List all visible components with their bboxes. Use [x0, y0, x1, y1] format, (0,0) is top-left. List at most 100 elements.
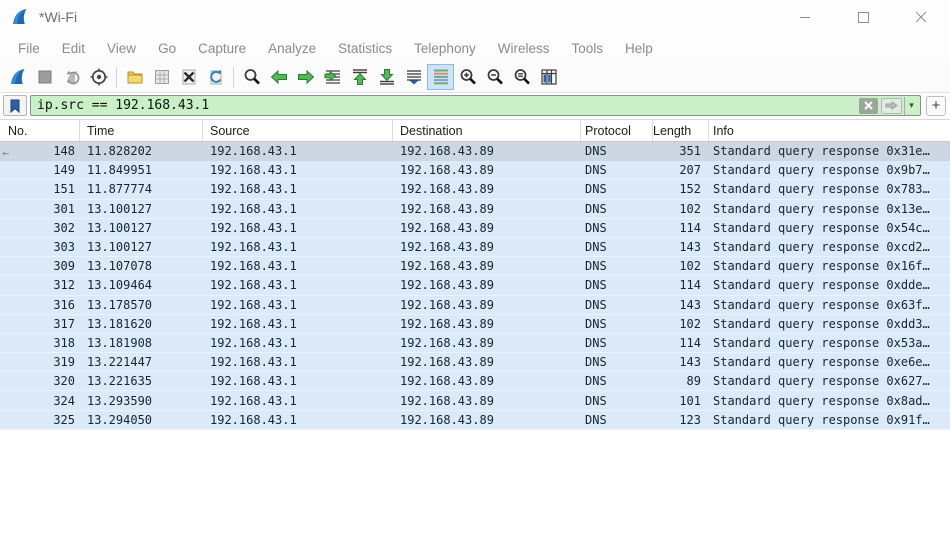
packet-row[interactable]: 151 11.877774 192.168.43.1 192.168.43.89… [0, 180, 950, 200]
column-header-time[interactable]: Time [80, 120, 203, 141]
packet-length: 102 [679, 259, 701, 274]
packet-protocol: DNS [585, 355, 607, 370]
packet-row[interactable]: 325 13.294050 192.168.43.1 192.168.43.89… [0, 410, 950, 430]
menu-item[interactable]: Edit [51, 41, 96, 56]
menu-item[interactable]: Statistics [327, 41, 403, 56]
packet-no: 316 [53, 297, 75, 312]
menu-item[interactable]: View [96, 41, 147, 56]
packet-row[interactable]: 149 11.849951 192.168.43.1 192.168.43.89… [0, 161, 950, 181]
go-top-icon[interactable] [346, 64, 373, 90]
column-header-info[interactable]: Info [709, 120, 950, 141]
packet-list-header: No. Time Source Destination Protocol Len… [0, 120, 950, 142]
packet-row[interactable]: 312 13.109464 192.168.43.1 192.168.43.89… [0, 276, 950, 296]
colorize-icon[interactable] [427, 64, 454, 90]
auto-scroll-icon[interactable] [400, 64, 427, 90]
start-capture-icon[interactable] [4, 64, 31, 90]
packet-list: No. Time Source Destination Protocol Len… [0, 120, 950, 547]
packet-row[interactable]: 303 13.100127 192.168.43.1 192.168.43.89… [0, 237, 950, 258]
packet-row[interactable]: 319 13.221447 192.168.43.1 192.168.43.89… [0, 353, 950, 373]
filter-apply-button[interactable] [881, 97, 902, 114]
packet-time: 13.221447 [87, 355, 153, 370]
packet-info: Standard query response 0x63f… [713, 297, 930, 312]
close-file-icon[interactable] [175, 64, 202, 90]
packet-destination: 192.168.43.89 [400, 412, 494, 427]
packet-row[interactable]: 318 13.181908 192.168.43.1 192.168.43.89… [0, 333, 950, 354]
menu-item[interactable]: File [7, 41, 51, 56]
go-back-icon[interactable] [265, 64, 292, 90]
capture-options-icon[interactable] [85, 64, 112, 90]
menu-item[interactable]: Capture [187, 41, 257, 56]
display-filter-input[interactable]: ip.src == 192.168.43.1 ▾ [30, 95, 921, 116]
filter-dropdown-caret[interactable]: ▾ [904, 96, 918, 115]
packet-no: 149 [53, 163, 75, 178]
packet-time: 11.877774 [87, 182, 153, 197]
packet-protocol: DNS [585, 412, 607, 427]
packet-length: 102 [679, 201, 701, 216]
packet-row[interactable]: 302 13.100127 192.168.43.1 192.168.43.89… [0, 218, 950, 238]
packet-time: 13.107078 [87, 259, 153, 274]
packet-time: 13.293590 [87, 393, 153, 408]
packet-time: 13.294050 [87, 412, 153, 427]
packet-source: 192.168.43.1 [210, 374, 297, 389]
packet-row[interactable]: 316 13.178570 192.168.43.1 192.168.43.89… [0, 295, 950, 315]
menu-item[interactable]: Wireless [487, 41, 561, 56]
packet-info: Standard query response 0xcd2… [713, 240, 930, 255]
packet-info: Standard query response 0x8ad… [713, 393, 930, 408]
related-packet-arrow-icon: ← [2, 146, 10, 159]
display-filter-value[interactable]: ip.src == 192.168.43.1 [37, 98, 859, 113]
find-packet-icon[interactable] [238, 64, 265, 90]
zoom-out-icon[interactable] [481, 64, 508, 90]
packet-no: 148 [53, 144, 75, 159]
packet-protocol: DNS [585, 240, 607, 255]
column-header-protocol[interactable]: Protocol [581, 120, 653, 141]
packet-time: 13.100127 [87, 201, 153, 216]
packet-row[interactable]: 320 13.221635 192.168.43.1 192.168.43.89… [0, 372, 950, 392]
packet-row[interactable]: 301 13.100127 192.168.43.1 192.168.43.89… [0, 199, 950, 219]
column-header-length[interactable]: Length [653, 120, 709, 141]
packet-row[interactable]: 317 13.181620 192.168.43.1 192.168.43.89… [0, 314, 950, 334]
menu-item[interactable]: Tools [560, 41, 614, 56]
go-bottom-icon[interactable] [373, 64, 400, 90]
packet-no: 309 [53, 259, 75, 274]
packet-destination: 192.168.43.89 [400, 144, 494, 159]
close-button[interactable] [892, 0, 950, 34]
packet-row[interactable]: ← 148 11.828202 192.168.43.1 192.168.43.8… [0, 142, 950, 162]
filter-bookmark-button[interactable] [3, 95, 27, 116]
packet-info: Standard query response 0x53a… [713, 335, 930, 350]
filter-clear-button[interactable] [859, 97, 878, 114]
packet-length: 102 [679, 316, 701, 331]
packet-row[interactable]: 309 13.107078 192.168.43.1 192.168.43.89… [0, 257, 950, 277]
packet-destination: 192.168.43.89 [400, 163, 494, 178]
column-header-no[interactable]: No. [0, 120, 80, 141]
go-to-packet-icon[interactable] [319, 64, 346, 90]
menu-item[interactable]: Help [614, 41, 664, 56]
column-header-source[interactable]: Source [203, 120, 393, 141]
filter-add-button[interactable]: + [926, 95, 946, 116]
save-file-icon[interactable] [148, 64, 175, 90]
maximize-button[interactable] [834, 0, 892, 34]
go-forward-icon[interactable] [292, 64, 319, 90]
menu-item[interactable]: Telephony [403, 41, 487, 56]
zoom-original-icon[interactable] [508, 64, 535, 90]
zoom-in-icon[interactable] [454, 64, 481, 90]
column-header-destination[interactable]: Destination [393, 120, 581, 141]
restart-capture-icon[interactable] [58, 64, 85, 90]
stop-capture-icon[interactable] [31, 64, 58, 90]
packet-no: 151 [53, 182, 75, 197]
packet-no: 324 [53, 393, 75, 408]
packet-length: 114 [679, 220, 701, 235]
packet-protocol: DNS [585, 144, 607, 159]
packet-length: 89 [686, 374, 701, 389]
menu-item[interactable]: Go [147, 41, 187, 56]
reload-icon[interactable] [202, 64, 229, 90]
menu-item[interactable]: Analyze [257, 41, 327, 56]
packet-source: 192.168.43.1 [210, 335, 297, 350]
packet-time: 13.100127 [87, 240, 153, 255]
packet-row[interactable]: 324 13.293590 192.168.43.1 192.168.43.89… [0, 391, 950, 411]
packet-time: 13.221635 [87, 374, 153, 389]
resize-columns-icon[interactable] [535, 64, 562, 90]
packet-length: 351 [679, 144, 701, 159]
open-file-icon[interactable] [121, 64, 148, 90]
minimize-button[interactable] [776, 0, 834, 34]
wireshark-window: *Wi-Fi File Edit View Go Capture Analyze [0, 0, 950, 547]
